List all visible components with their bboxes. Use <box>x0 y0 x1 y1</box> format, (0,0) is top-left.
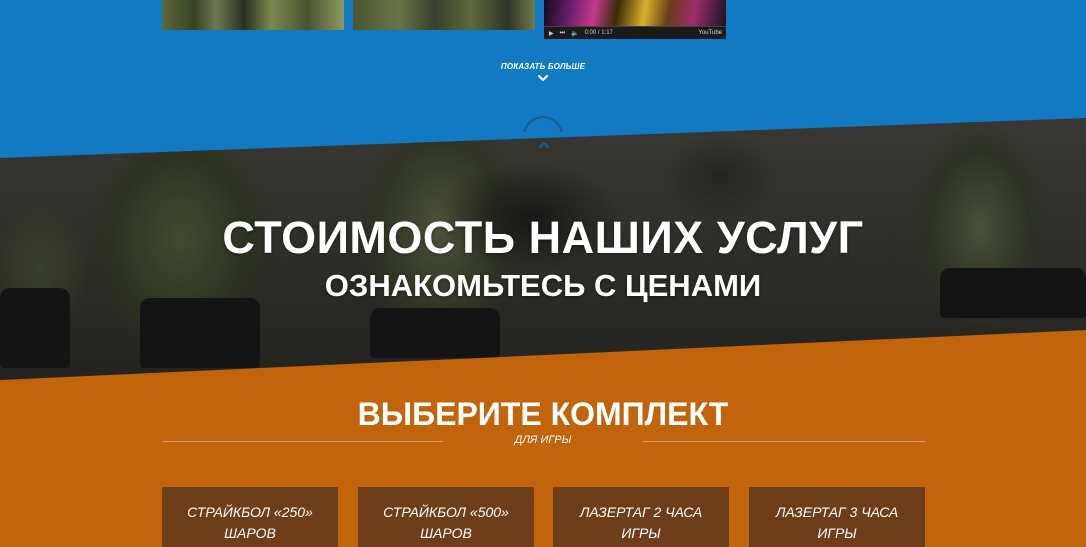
pricing-subtitle: ДЛЯ ИГРЫ <box>443 434 643 446</box>
youtube-logo[interactable]: YouTube <box>698 30 722 36</box>
package-name: ЛАЗЕРТАГ 2 ЧАСА <box>579 504 703 520</box>
volume-icon[interactable]: 🔈 <box>571 30 578 37</box>
video-frame[interactable] <box>544 0 726 27</box>
package-unit: ИГРЫ <box>621 525 661 541</box>
package-name: СТРАЙКБОЛ «500» <box>383 504 509 520</box>
package-card[interactable]: СТРАЙКБОЛ «250» ШАРОВ <box>162 487 338 547</box>
package-card[interactable]: ЛАЗЕРТАГ 3 ЧАСА ИГРЫ <box>749 487 925 547</box>
skip-icon[interactable]: ⏭ <box>560 30 565 37</box>
pricing-title: ВЫБЕРИТЕ КОМПЛЕКТ <box>357 396 729 432</box>
package-unit: ШАРОВ <box>420 525 472 541</box>
gallery-photo[interactable] <box>353 0 535 30</box>
package-card[interactable]: ЛАЗЕРТАГ 2 ЧАСА ИГРЫ <box>553 487 729 547</box>
package-name: СТРАЙКБОЛ «250» <box>187 504 313 520</box>
chevron-down-icon[interactable] <box>537 74 549 84</box>
hero-title: СТОИМОСТЬ НАШИХ УСЛУГ <box>222 212 864 263</box>
chevron-up-icon[interactable] <box>538 140 550 149</box>
play-icon[interactable]: ▶ <box>549 30 554 37</box>
package-unit: ИГРЫ <box>817 525 857 541</box>
package-name: ЛАЗЕРТАГ 3 ЧАСА <box>775 504 899 520</box>
video-time: 0:00 / 1:17 <box>584 30 613 36</box>
gallery-photo[interactable] <box>162 0 344 30</box>
package-card[interactable]: СТРАЙКБОЛ «500» ШАРОВ <box>358 487 534 547</box>
video-controls: ▶ ⏭ 🔈 0:00 / 1:17 YouTube <box>544 27 726 39</box>
package-unit: ШАРОВ <box>224 525 276 541</box>
video-player[interactable]: ▶ ⏭ 🔈 0:00 / 1:17 YouTube <box>544 0 726 39</box>
hero-subtitle: ОЗНАКОМЬТЕСЬ С ЦЕНАМИ <box>324 268 762 303</box>
show-more-link[interactable]: ПОКАЗАТЬ БОЛЬШЕ <box>443 62 643 71</box>
